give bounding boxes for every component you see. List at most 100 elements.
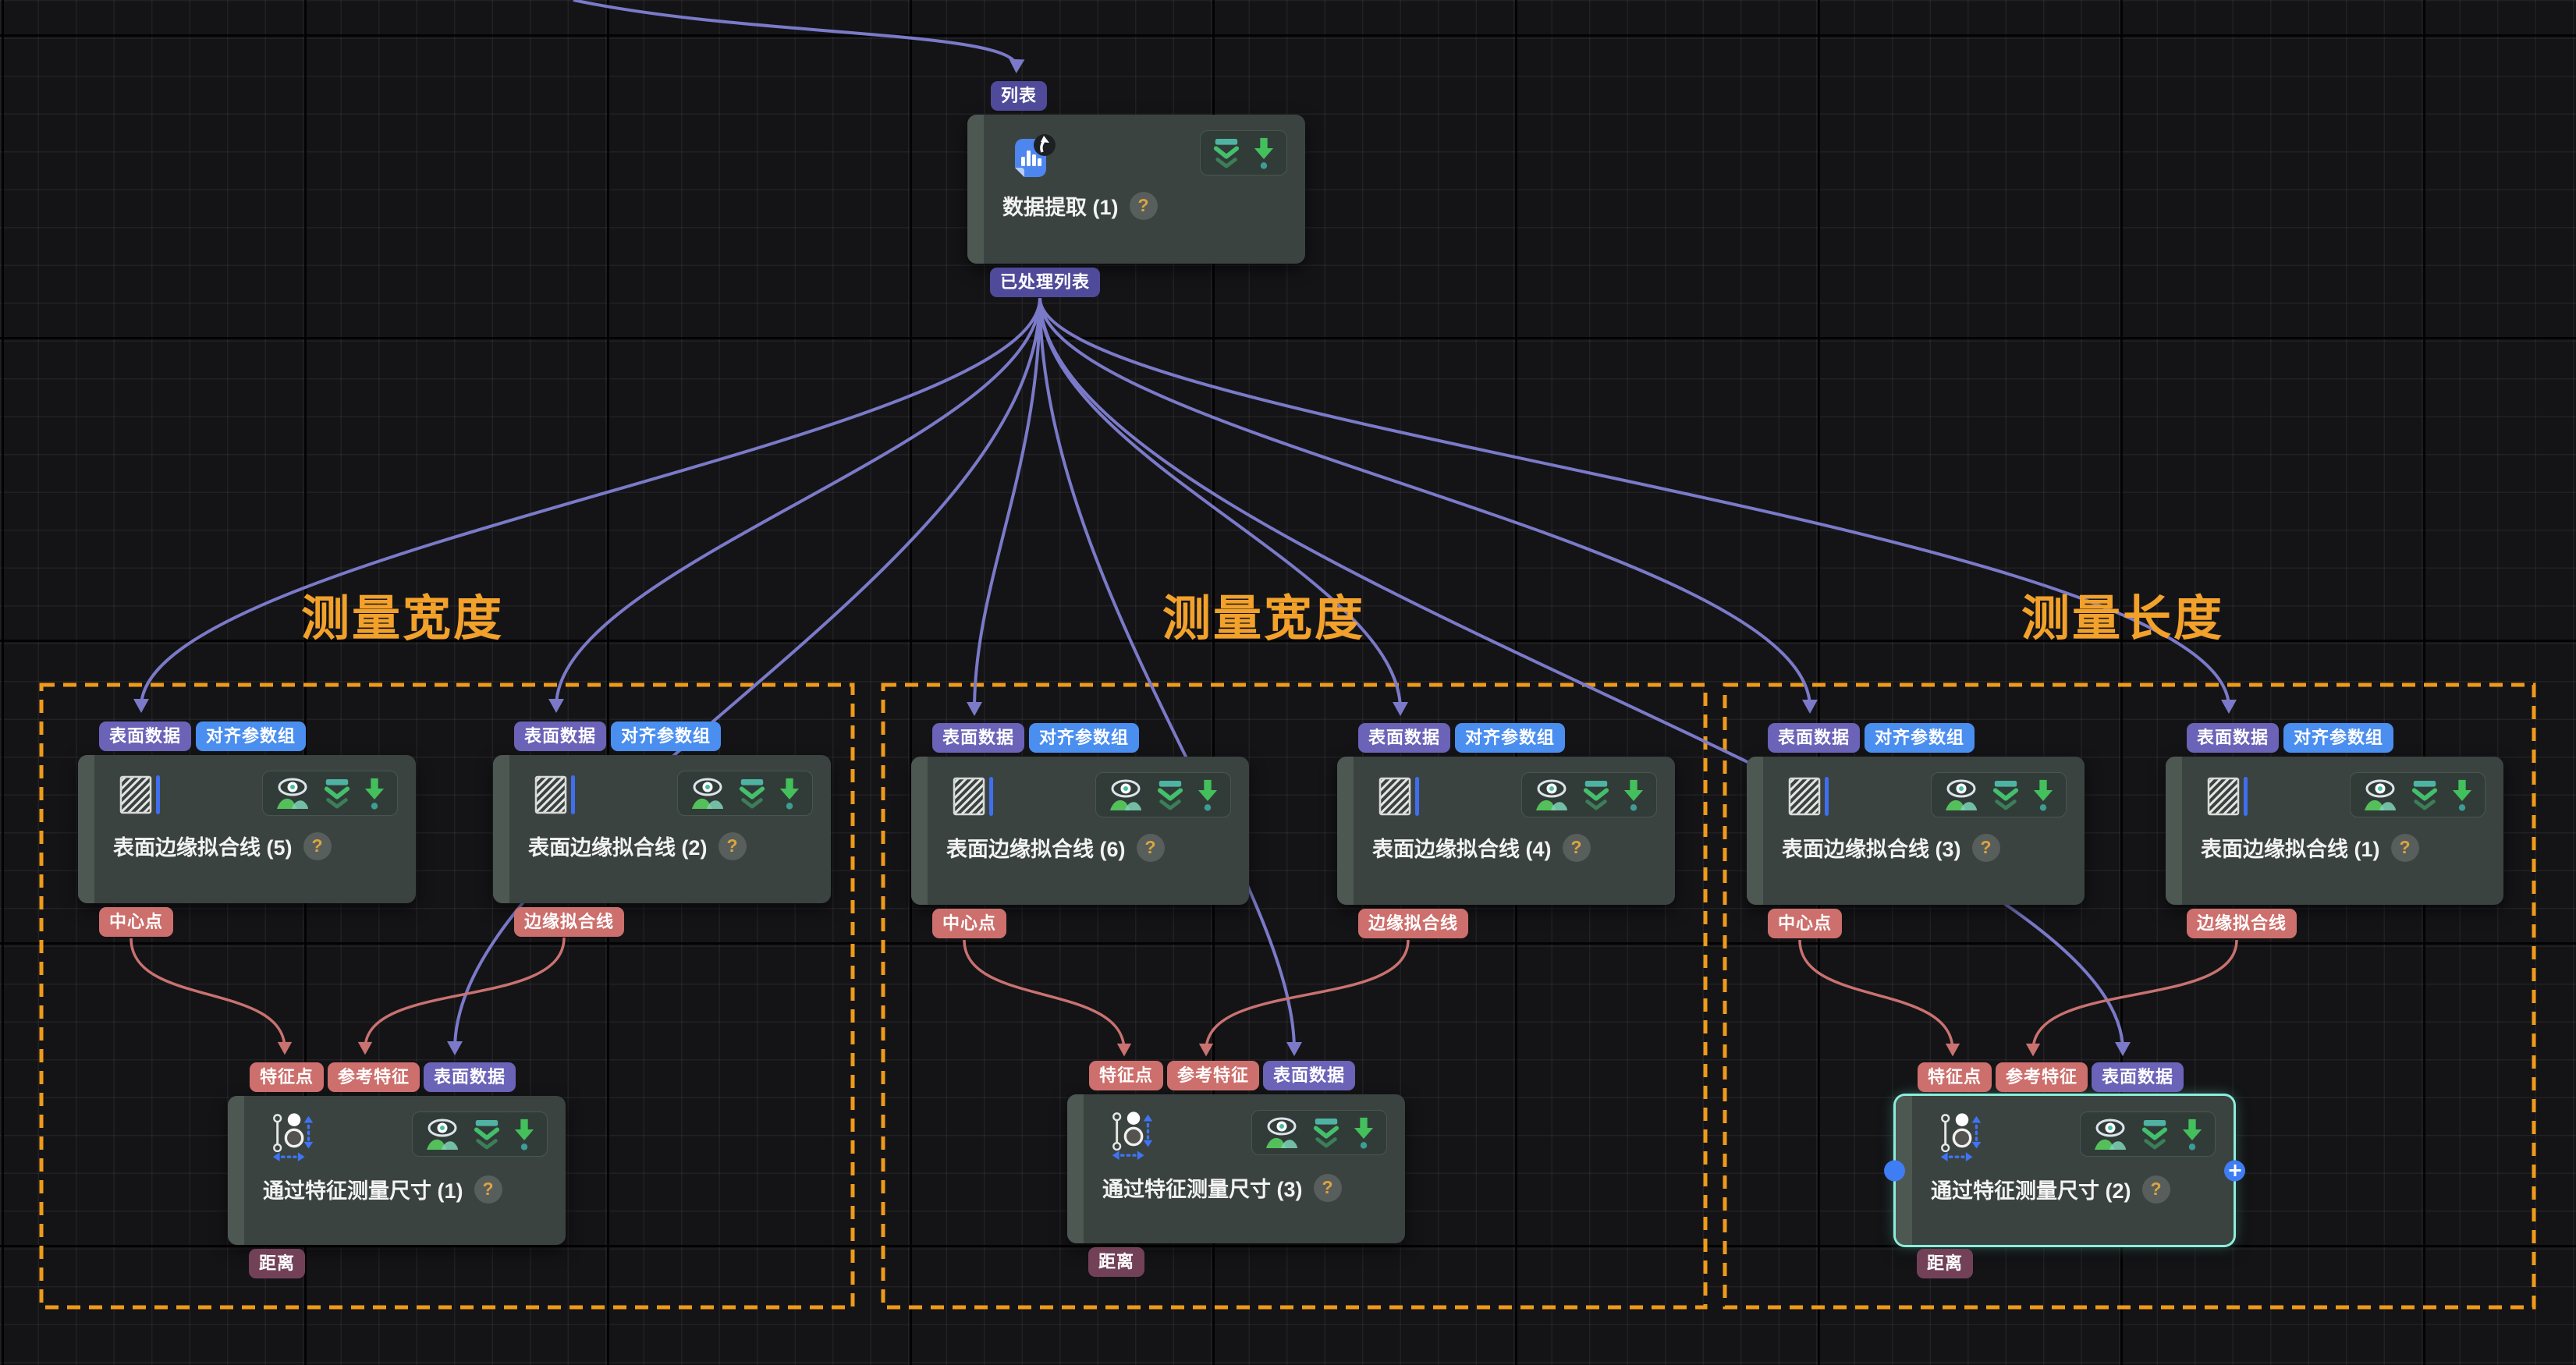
collapse-icon[interactable] [2141,1119,2169,1150]
edge-fit3-center-to-m2-feature[interactable] [1800,940,1953,1051]
download-icon[interactable] [2032,778,2054,812]
port-in-surface-data[interactable]: 表面数据 [1768,723,1860,753]
edge-fit1-line-to-m2-reference[interactable] [2033,940,2237,1051]
port-in-align-params[interactable]: 对齐参数组 [611,722,721,751]
collapse-icon[interactable] [2411,779,2439,810]
download-icon[interactable] [1623,778,1645,812]
edge-fit5-center-to-m1-feature[interactable] [131,938,285,1049]
visibility-icon[interactable] [275,777,310,810]
collapse-icon[interactable] [1992,779,2020,810]
port-in-feature-point[interactable]: 特征点 [1918,1062,1992,1092]
port-in-align-params[interactable]: 对齐参数组 [196,722,306,751]
add-connection-icon[interactable] [2224,1160,2245,1181]
node-surface-edge-fit-3[interactable]: 表面数据 对齐参数组 表面边缘拟合线 (3) ? 中心点 [1747,757,2085,905]
port-in-surface-data[interactable]: 表面数据 [1263,1061,1355,1090]
node-toolbar [2080,1112,2216,1157]
help-icon[interactable]: ? [2391,834,2419,862]
visibility-icon[interactable] [1943,778,1979,811]
node-surface-edge-fit-5[interactable]: 表面数据 对齐参数组 表面边缘拟合线 (5) ? 中心点 [78,755,416,903]
help-icon[interactable]: ? [1314,1174,1342,1202]
edge-processedlist-to-m3-surface[interactable] [1040,298,1294,1050]
port-in-list[interactable]: 列表 [991,81,1047,111]
port-out-distance[interactable]: 距离 [249,1249,305,1278]
edge-processedlist-to-fit2[interactable] [556,298,1040,707]
edge-fit4-line-to-m3-reference[interactable] [1206,940,1408,1051]
help-icon[interactable]: ? [1972,834,2000,862]
port-in-reference-feature[interactable]: 参考特征 [328,1062,420,1092]
edge-fit6-center-to-m3-feature[interactable] [964,940,1124,1051]
edge-fit2-line-to-m1-reference[interactable] [365,938,564,1049]
port-in-surface-data[interactable]: 表面数据 [424,1062,516,1092]
collapse-icon[interactable] [738,778,766,809]
download-icon[interactable] [779,777,800,810]
download-icon[interactable] [364,777,385,810]
collapse-icon[interactable] [1156,779,1184,810]
port-in-surface-data[interactable]: 表面数据 [514,722,606,751]
port-out-edge-fit-line[interactable]: 边缘拟合线 [514,907,624,937]
download-icon[interactable] [2181,1118,2203,1151]
port-out-processed-list[interactable]: 已处理列表 [990,268,1100,297]
node-surface-edge-fit-2[interactable]: 表面数据 对齐参数组 表面边缘拟合线 (2) ? 边缘拟合线 [493,755,831,903]
edge-processedlist-to-fit3[interactable] [1040,298,1810,707]
port-in-surface-data[interactable]: 表面数据 [932,723,1024,753]
download-icon[interactable] [1353,1116,1375,1150]
port-out-center-point[interactable]: 中心点 [99,907,173,937]
node-measure-by-feature-2[interactable]: 特征点 参考特征 表面数据 通过特征测量尺寸 (2) ? 距离 [1896,1096,2234,1245]
measure-icon [269,1112,321,1163]
download-icon[interactable] [513,1118,535,1151]
port-in-feature-point[interactable]: 特征点 [1089,1061,1163,1090]
help-icon[interactable]: ? [303,832,332,860]
port-in-align-params[interactable]: 对齐参数组 [2283,723,2393,753]
port-in-align-params[interactable]: 对齐参数组 [1029,723,1139,753]
download-icon[interactable] [2451,778,2473,812]
node-surface-edge-fit-4[interactable]: 表面数据 对齐参数组 表面边缘拟合线 (4) ? 边缘拟合线 [1337,757,1675,905]
help-icon[interactable]: ? [1563,834,1591,862]
port-in-surface-data[interactable]: 表面数据 [2092,1062,2184,1092]
node-data-extract-1[interactable]: 列表 数据提取 (1) ? 已处理列表 [967,115,1305,264]
port-in-surface-data[interactable]: 表面数据 [99,722,191,751]
help-icon[interactable]: ? [719,832,747,860]
visibility-icon[interactable] [1264,1116,1300,1149]
collapse-icon[interactable] [323,778,351,809]
group-label-measure-width-1: 测量宽度 [301,579,504,649]
edge-processedlist-to-m2-surface[interactable] [1040,298,2123,1050]
download-icon[interactable] [1197,778,1219,812]
visibility-icon[interactable] [1108,778,1144,811]
node-measure-by-feature-1[interactable]: 特征点 参考特征 表面数据 通过特征测量尺寸 (1) ? 距离 [228,1096,566,1245]
visibility-icon[interactable] [2362,778,2398,811]
collapse-icon[interactable] [1582,779,1610,810]
node-connect-handle-left[interactable] [1884,1160,1905,1181]
node-surface-edge-fit-6[interactable]: 表面数据 对齐参数组 表面边缘拟合线 (6) ? 中心点 [911,757,1249,905]
download-icon[interactable] [1253,136,1275,170]
node-graph-canvas[interactable]: 测量宽度 测量宽度 测量长度 列表 数据提取 (1) ? 已处理列表 表面数据 … [0,0,2576,1365]
port-out-distance[interactable]: 距离 [1917,1249,1973,1278]
port-in-surface-data[interactable]: 表面数据 [1358,723,1450,753]
port-in-feature-point[interactable]: 特征点 [250,1062,324,1092]
collapse-icon[interactable] [1312,1117,1340,1148]
edge-processedlist-to-fit5[interactable] [141,298,1040,707]
port-out-distance[interactable]: 距离 [1088,1247,1144,1277]
port-out-center-point[interactable]: 中心点 [1768,909,1842,938]
help-icon[interactable]: ? [1137,834,1165,862]
visibility-icon[interactable] [690,777,726,810]
help-icon[interactable]: ? [2142,1175,2170,1204]
group-label-measure-length: 测量长度 [2021,579,2224,649]
collapse-icon[interactable] [473,1119,501,1150]
node-measure-by-feature-3[interactable]: 特征点 参考特征 表面数据 通过特征测量尺寸 (3) ? 距离 [1067,1094,1405,1243]
edge-offscreen-to-extract-list[interactable] [573,0,1017,67]
visibility-icon[interactable] [2092,1118,2128,1150]
port-in-reference-feature[interactable]: 参考特征 [1996,1062,2088,1092]
visibility-icon[interactable] [1534,778,1570,811]
port-in-align-params[interactable]: 对齐参数组 [1455,723,1565,753]
port-out-center-point[interactable]: 中心点 [932,909,1006,938]
port-in-align-params[interactable]: 对齐参数组 [1865,723,1975,753]
collapse-icon[interactable] [1212,137,1240,168]
port-out-edge-fit-line[interactable]: 边缘拟合线 [2187,909,2297,938]
node-surface-edge-fit-1[interactable]: 表面数据 对齐参数组 表面边缘拟合线 (1) ? 边缘拟合线 [2166,757,2503,905]
help-icon[interactable]: ? [474,1175,502,1204]
help-icon[interactable]: ? [1130,192,1158,220]
visibility-icon[interactable] [424,1118,460,1150]
port-in-surface-data[interactable]: 表面数据 [2187,723,2279,753]
port-in-reference-feature[interactable]: 参考特征 [1167,1061,1259,1090]
port-out-edge-fit-line[interactable]: 边缘拟合线 [1358,909,1468,938]
